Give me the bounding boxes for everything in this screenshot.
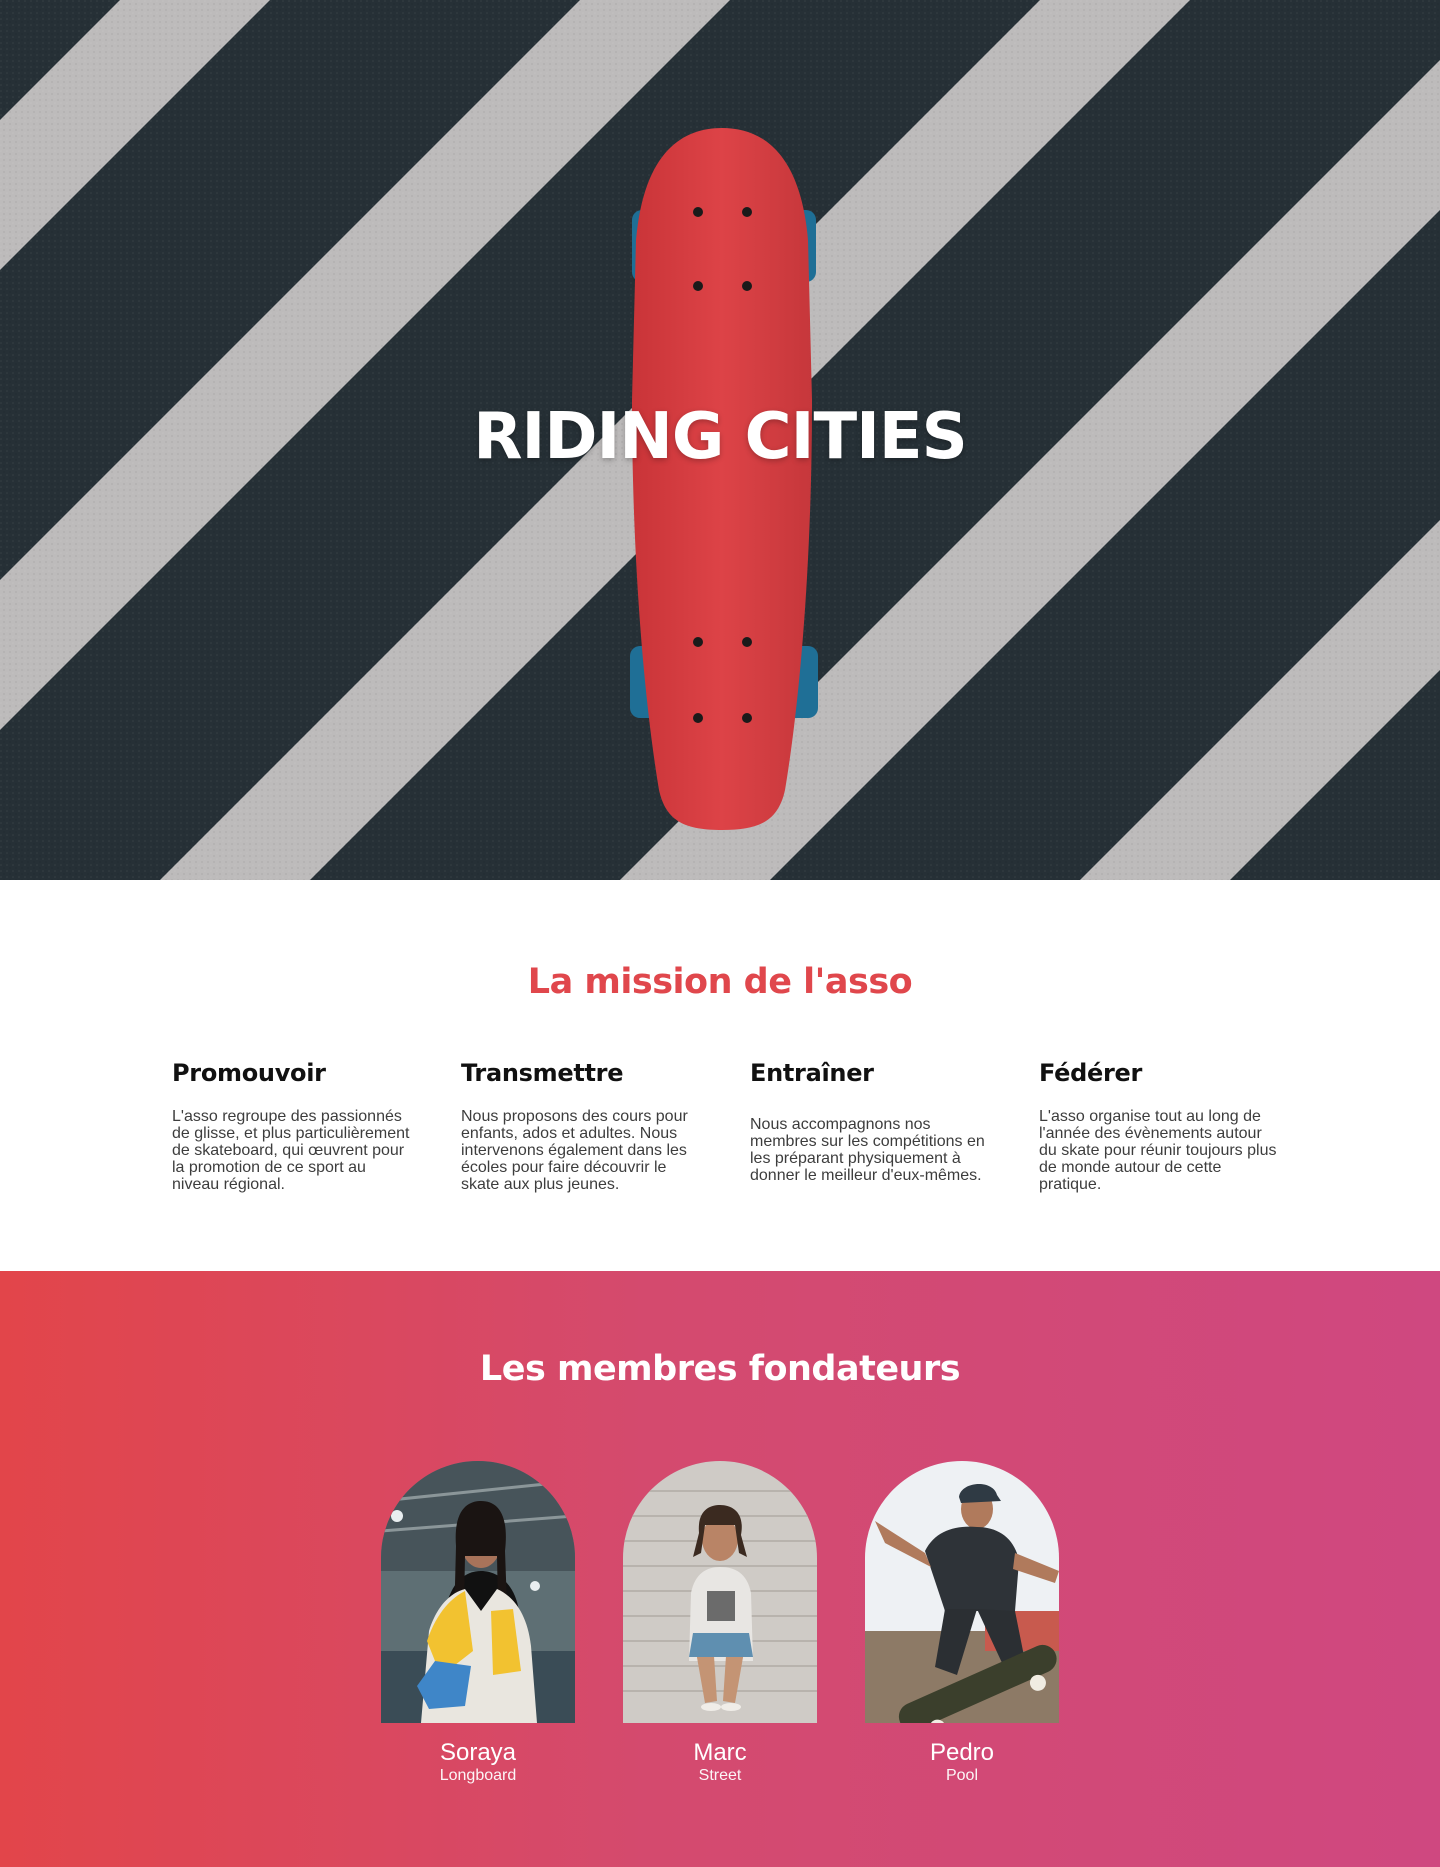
member-photo — [623, 1461, 817, 1723]
mission-item-federer: Fédérer L'asso organise tout au long de … — [1039, 1059, 1328, 1193]
mission-columns: Promouvoir L'asso regroupe des passionné… — [172, 1059, 1328, 1193]
member-role: Street — [698, 1767, 742, 1784]
founders-section: Les membres fondateurs Soraya Longboard … — [0, 1271, 1440, 1867]
woman-portrait-photo — [381, 1461, 575, 1723]
man-sitting-on-steps-photo — [623, 1461, 817, 1723]
member-photo — [865, 1461, 1059, 1723]
mission-item-text: L'asso organise tout au long de l'année … — [1039, 1108, 1277, 1193]
hero-banner: RIDING CITIES — [0, 0, 1440, 880]
member-card-soraya: Soraya Longboard — [381, 1461, 575, 1785]
member-role: Pool — [945, 1767, 979, 1784]
member-role: Longboard — [439, 1767, 517, 1784]
hero-title: RIDING CITIES — [473, 400, 967, 474]
mission-item-heading: Fédérer — [1039, 1059, 1143, 1087]
skater-trick-photo — [865, 1461, 1059, 1723]
mission-item-entrainer: Entraîner Nous accompagnons nos membres … — [750, 1059, 1039, 1193]
member-card-pedro: Pedro Pool — [865, 1461, 1059, 1785]
mission-title: La mission de l'asso — [527, 962, 913, 1002]
founders-list: Soraya Longboard Marc Street Pedro Pool — [381, 1461, 1059, 1785]
mission-item-text: L'asso regroupe des passionnés de glisse… — [172, 1108, 410, 1193]
skateboard-illustration — [630, 128, 818, 830]
member-name: Marc — [693, 1739, 747, 1766]
mission-item-promouvoir: Promouvoir L'asso regroupe des passionné… — [172, 1059, 461, 1193]
member-photo — [381, 1461, 575, 1723]
founders-title: Les membres fondateurs — [479, 1349, 961, 1389]
mission-item-heading: Transmettre — [461, 1059, 624, 1087]
mission-item-transmettre: Transmettre Nous proposons des cours pou… — [461, 1059, 750, 1193]
member-name: Pedro — [929, 1739, 995, 1766]
member-name: Soraya — [439, 1739, 517, 1766]
member-card-marc: Marc Street — [623, 1461, 817, 1785]
mission-item-heading: Entraîner — [750, 1059, 874, 1087]
mission-section: La mission de l'asso Promouvoir L'asso r… — [0, 880, 1440, 1271]
mission-item-heading: Promouvoir — [172, 1059, 326, 1087]
mission-item-text: Nous accompagnons nos membres sur les co… — [750, 1116, 985, 1184]
mission-item-text: Nous proposons des cours pour enfants, a… — [461, 1108, 688, 1193]
